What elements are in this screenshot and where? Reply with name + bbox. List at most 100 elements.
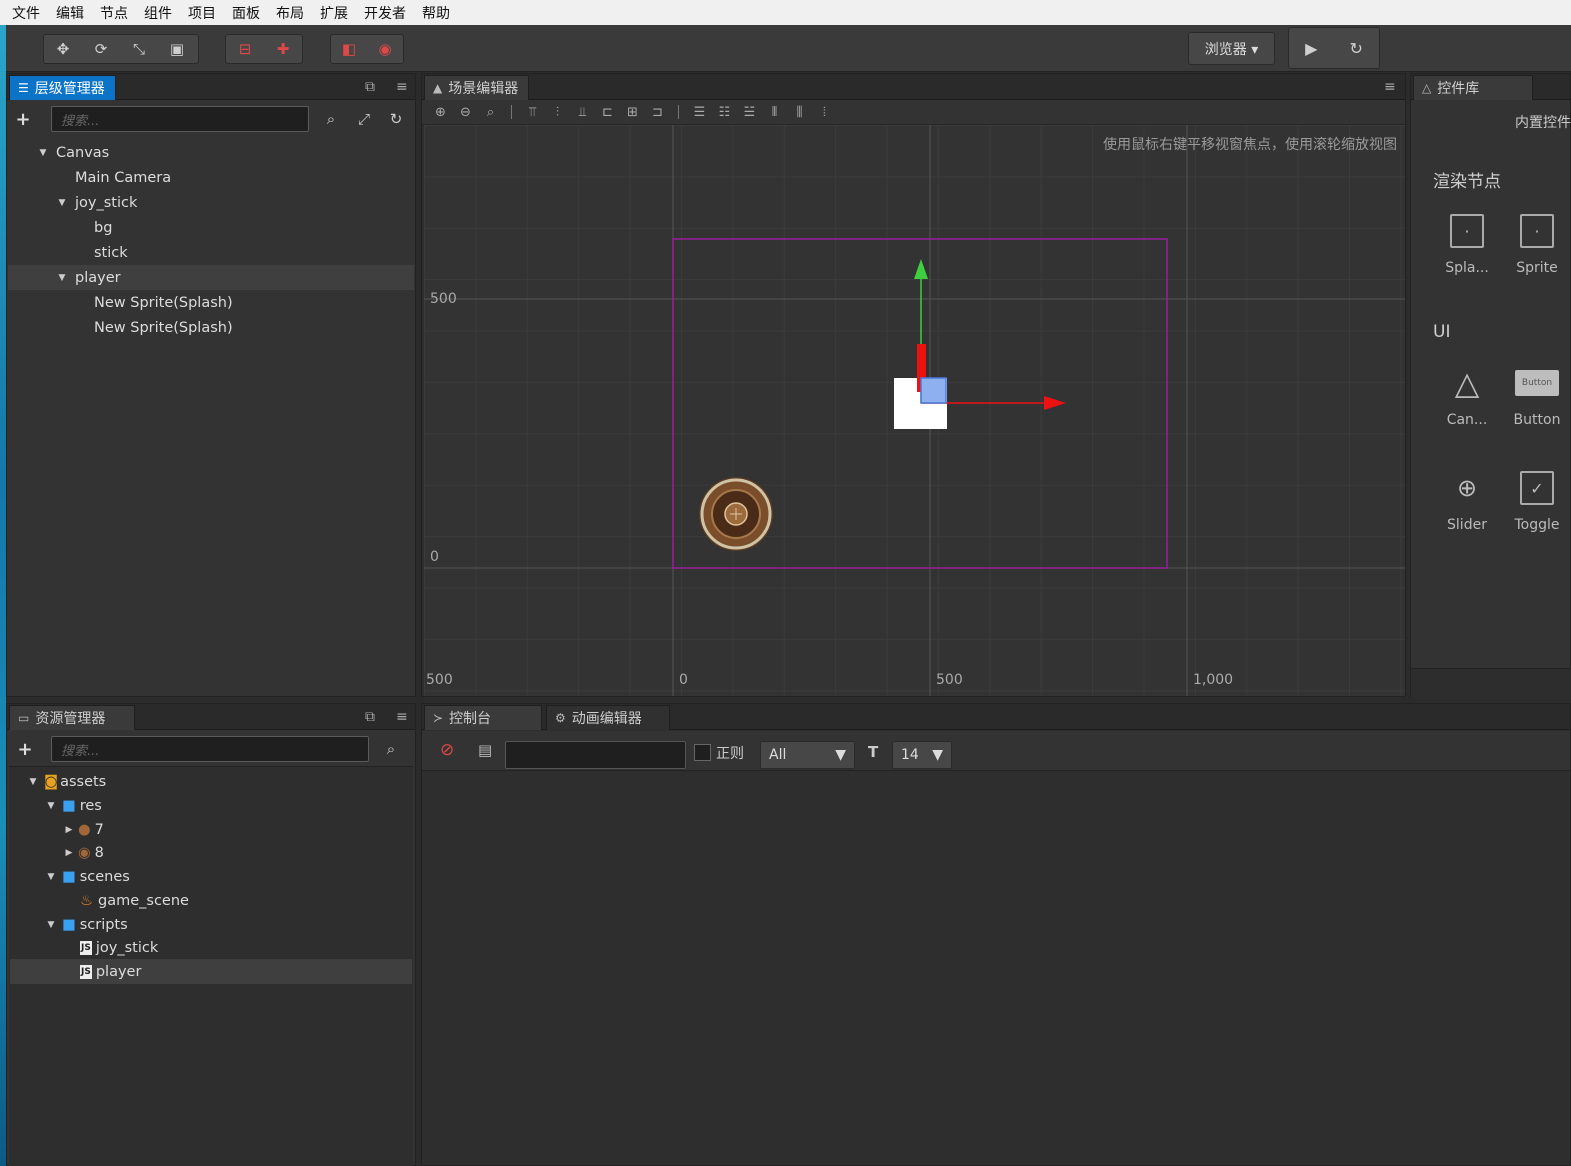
caret-right-icon[interactable]: ▶ bbox=[62, 848, 76, 858]
regex-checkbox[interactable] bbox=[694, 744, 711, 761]
align-right-icon[interactable]: ⊐ bbox=[645, 105, 670, 120]
sprite-icon: · bbox=[1520, 214, 1554, 248]
caret-right-icon[interactable]: ▶ bbox=[62, 825, 76, 835]
search-icon[interactable]: ⌕ bbox=[311, 110, 351, 128]
menu-component[interactable]: 组件 bbox=[144, 3, 172, 23]
tree-node-canvas[interactable]: ▼ Canvas bbox=[8, 140, 414, 165]
menu-developer[interactable]: 开发者 bbox=[364, 3, 406, 23]
menu-help[interactable]: 帮助 bbox=[422, 3, 450, 23]
tab-console[interactable]: ≻ 控制台 bbox=[424, 705, 542, 730]
lib-item-slider[interactable]: ⊕ Slider bbox=[1437, 471, 1497, 533]
align-bottom-icon[interactable]: ⫫ bbox=[570, 105, 595, 120]
search-icon[interactable]: ⌕ bbox=[369, 740, 413, 758]
hierarchy-search-input[interactable]: 搜索... bbox=[51, 106, 309, 132]
log-file-icon[interactable]: ▤ bbox=[478, 741, 492, 769]
tree-node-main-camera[interactable]: Main Camera bbox=[8, 165, 414, 190]
asset-node-7[interactable]: ▶ ● 7 bbox=[10, 817, 412, 842]
menu-node[interactable]: 节点 bbox=[100, 3, 128, 23]
tree-node-joy-stick[interactable]: ▼ joy_stick bbox=[8, 190, 414, 215]
distribute-left-icon[interactable]: ⦀ bbox=[762, 105, 787, 120]
distribute-bottom-icon[interactable]: ☱ bbox=[737, 105, 762, 120]
tree-node-sprite-1[interactable]: New Sprite(Splash) bbox=[8, 290, 414, 315]
tab-animation[interactable]: ⚙ 动画编辑器 bbox=[546, 705, 670, 730]
caret-down-icon[interactable]: ▼ bbox=[26, 777, 40, 787]
pivot-handle[interactable] bbox=[920, 377, 947, 404]
caret-down-icon[interactable]: ▼ bbox=[55, 273, 69, 283]
distribute-right-icon[interactable]: ⦙ bbox=[812, 105, 837, 120]
add-asset-button[interactable]: + bbox=[11, 739, 39, 760]
distribute-top-icon[interactable]: ☰ bbox=[687, 105, 712, 120]
zoom-out-icon[interactable]: ⊖ bbox=[453, 105, 478, 120]
distribute-vcenter-icon[interactable]: ☷ bbox=[712, 105, 737, 120]
popout-icon[interactable]: ⧉ bbox=[365, 79, 375, 95]
x-axis-arrow[interactable] bbox=[1044, 396, 1066, 410]
menu-file[interactable]: 文件 bbox=[12, 3, 40, 23]
menu-edit[interactable]: 编辑 bbox=[56, 3, 84, 23]
distribute-hcenter-icon[interactable]: ⫼ bbox=[787, 105, 812, 120]
clear-icon[interactable]: ⊘ bbox=[440, 740, 454, 768]
lib-item-button[interactable]: Button Button bbox=[1507, 366, 1567, 428]
joystick-sprite[interactable] bbox=[699, 477, 773, 551]
rect-tool-button[interactable]: ▣ bbox=[158, 35, 196, 63]
font-size-select[interactable]: 14 ▼ bbox=[892, 741, 952, 769]
panel-menu-icon[interactable]: ≡ bbox=[1384, 79, 1396, 95]
asset-node-8[interactable]: ▶ ◉ 8 bbox=[10, 840, 412, 865]
asset-node-joy-stick-script[interactable]: JS joy_stick bbox=[10, 935, 412, 960]
align-left-icon[interactable]: ⊏ bbox=[595, 105, 620, 120]
scene-viewport[interactable]: 使用鼠标右键平移视窗焦点，使用滚轮缩放视图 500 0 500 0 500 1,… bbox=[424, 125, 1405, 696]
console-output[interactable] bbox=[422, 772, 1570, 1165]
asset-node-res[interactable]: ▼ ■ res bbox=[10, 793, 412, 818]
asset-node-game-scene[interactable]: ♨ game_scene bbox=[10, 888, 412, 913]
asset-node-player-script[interactable]: JS player bbox=[10, 959, 412, 984]
scale-tool-button[interactable]: ⤡ bbox=[120, 35, 158, 63]
caret-down-icon[interactable]: ▼ bbox=[55, 198, 69, 208]
add-node-button[interactable]: + bbox=[9, 109, 37, 130]
popout-icon[interactable]: ⧉ bbox=[365, 709, 375, 725]
coordinate-button[interactable]: ✚ bbox=[264, 35, 302, 63]
asset-node-assets[interactable]: ▼ ◙ assets bbox=[10, 769, 412, 794]
tab-hierarchy[interactable]: ☰ 层级管理器 bbox=[9, 75, 116, 100]
play-button[interactable]: ▶ bbox=[1305, 39, 1317, 58]
menu-layout[interactable]: 布局 bbox=[276, 3, 304, 23]
asset-node-scripts[interactable]: ▼ ■ scripts bbox=[10, 912, 412, 937]
move-tool-button[interactable]: ✥ bbox=[44, 35, 82, 63]
caret-down-icon[interactable]: ▼ bbox=[44, 801, 58, 811]
align-top-icon[interactable]: ⫪ bbox=[520, 105, 545, 120]
lib-item-canvas[interactable]: △ Can... bbox=[1437, 364, 1497, 428]
refresh-icon[interactable]: ↻ bbox=[377, 110, 415, 128]
align-hcenter-icon[interactable]: ⊞ bbox=[620, 105, 645, 120]
panel-menu-icon[interactable]: ≡ bbox=[396, 79, 408, 95]
caret-down-icon[interactable]: ▼ bbox=[36, 148, 50, 158]
tree-node-stick[interactable]: stick bbox=[8, 240, 414, 265]
fit-button[interactable]: ◧ bbox=[331, 35, 367, 63]
refresh-button[interactable]: ↻ bbox=[1350, 39, 1363, 58]
tree-node-player[interactable]: ▼ player bbox=[8, 265, 414, 290]
y-axis-arrow[interactable] bbox=[914, 259, 928, 279]
asset-node-scenes[interactable]: ▼ ■ scenes bbox=[10, 864, 412, 889]
tree-node-sprite-2[interactable]: New Sprite(Splash) bbox=[8, 315, 414, 340]
tree-node-bg[interactable]: bg bbox=[8, 215, 414, 240]
tab-library[interactable]: △ 控件库 bbox=[1413, 75, 1533, 100]
lib-item-toggle[interactable]: ✓ Toggle bbox=[1507, 471, 1567, 533]
expand-icon[interactable]: ⤢ bbox=[351, 110, 377, 128]
menu-project[interactable]: 项目 bbox=[188, 3, 216, 23]
lib-item-sprite[interactable]: · Sprite bbox=[1507, 214, 1567, 276]
gizmo-button[interactable]: ◉ bbox=[367, 35, 403, 63]
caret-down-icon[interactable]: ▼ bbox=[44, 872, 58, 882]
menu-panel[interactable]: 面板 bbox=[232, 3, 260, 23]
tab-assets[interactable]: ▭ 资源管理器 bbox=[9, 705, 135, 730]
align-vcenter-icon[interactable]: ⫶ bbox=[545, 105, 570, 120]
panel-menu-icon[interactable]: ≡ bbox=[396, 709, 408, 725]
tab-scene[interactable]: ▲ 场景编辑器 bbox=[424, 75, 530, 100]
preview-platform-select[interactable]: 浏览器 ▾ bbox=[1188, 32, 1275, 65]
lib-item-splash[interactable]: · Spla... bbox=[1437, 214, 1497, 276]
caret-down-icon[interactable]: ▼ bbox=[44, 920, 58, 930]
log-level-select[interactable]: All ▼ bbox=[760, 741, 855, 769]
menu-extension[interactable]: 扩展 bbox=[320, 3, 348, 23]
rotate-tool-button[interactable]: ⟳ bbox=[82, 35, 120, 63]
assets-search-input[interactable]: 搜索... bbox=[51, 736, 369, 762]
zoom-in-icon[interactable]: ⊕ bbox=[428, 105, 453, 120]
console-filter-input[interactable] bbox=[505, 741, 686, 769]
pivot-button[interactable]: ⊟ bbox=[226, 35, 264, 63]
zoom-reset-icon[interactable]: ⌕ bbox=[478, 105, 503, 120]
